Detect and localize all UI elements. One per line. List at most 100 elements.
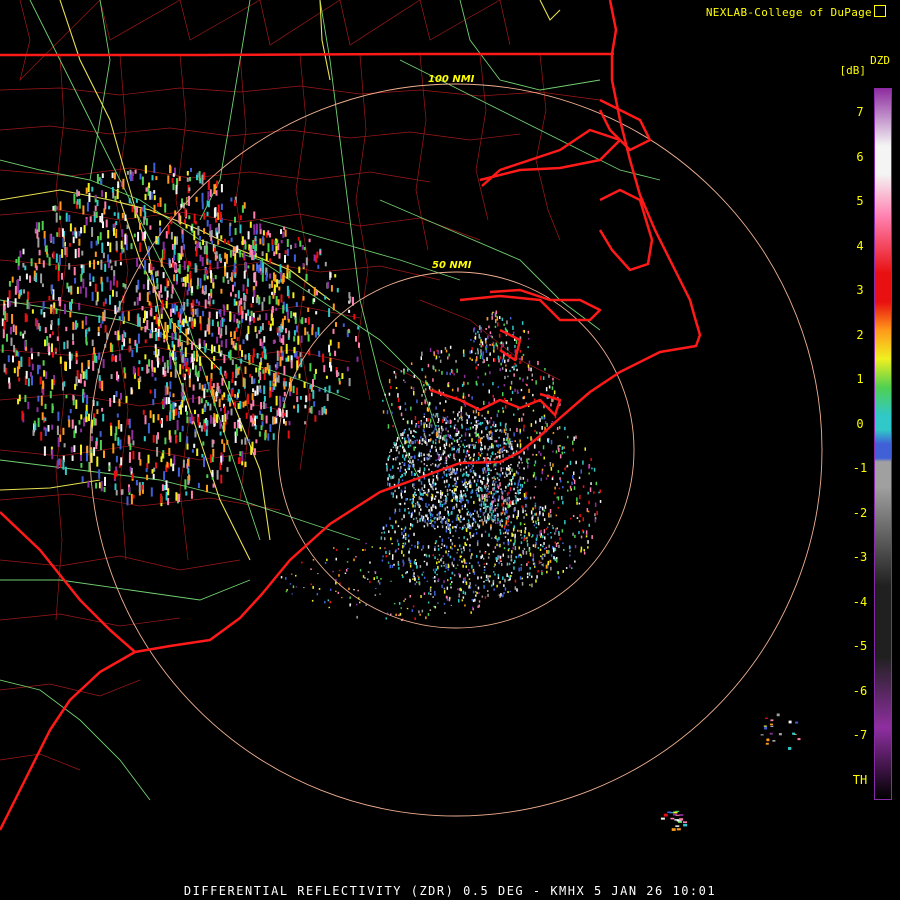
- radar-echo: [221, 415, 224, 423]
- radar-echo: [516, 427, 518, 432]
- radar-echo: [477, 523, 479, 527]
- radar-echo: [290, 244, 292, 250]
- radar-echo: [297, 404, 299, 413]
- radar-echo: [443, 470, 445, 474]
- radar-echo: [3, 363, 6, 373]
- radar-echo: [170, 231, 173, 240]
- radar-echo: [477, 489, 480, 493]
- radar-echo: [489, 371, 491, 375]
- radar-echo: [263, 395, 266, 402]
- radar-echo: [417, 542, 420, 544]
- radar-echo: [506, 320, 508, 325]
- radar-echo: [150, 191, 153, 200]
- radar-echo: [188, 283, 191, 289]
- radar-echo: [85, 329, 87, 338]
- radar-echo: [201, 174, 204, 185]
- radar-echo: [393, 370, 396, 374]
- radar-echo: [238, 320, 241, 325]
- radar-echo: [255, 230, 258, 235]
- radar-echo: [472, 476, 474, 479]
- radar-echo: [482, 355, 484, 360]
- credit-label[interactable]: NEXLAB-College of DuPage: [706, 4, 886, 19]
- radar-echo: [204, 345, 207, 353]
- radar-echo: [109, 398, 112, 407]
- radar-echo: [141, 176, 144, 186]
- radar-echo: [230, 408, 233, 416]
- radar-echo: [488, 533, 490, 537]
- radar-echo: [31, 363, 34, 371]
- radar-echo: [149, 225, 152, 230]
- radar-echo: [185, 224, 188, 229]
- radar-echo: [470, 611, 472, 614]
- radar-echo: [109, 295, 111, 305]
- radar-echo: [485, 328, 487, 331]
- radar-echo: [445, 497, 448, 500]
- radar-echo: [219, 211, 222, 220]
- radar-echo: [419, 565, 422, 568]
- radar-echo: [489, 331, 492, 335]
- radar-echo: [424, 388, 427, 391]
- radar-echo: [422, 389, 425, 393]
- radar-echo: [420, 460, 423, 463]
- radar-echo: [175, 408, 178, 416]
- radar-echo: [160, 294, 163, 298]
- radar-echo: [456, 432, 459, 436]
- radar-echo: [129, 443, 132, 451]
- radar-echo: [102, 413, 105, 422]
- radar-echo: [301, 245, 304, 250]
- radar-echo: [534, 544, 537, 548]
- radar-echo: [198, 396, 201, 405]
- radar-echo: [515, 339, 518, 344]
- radar-echo: [8, 382, 11, 389]
- radar-echo: [404, 402, 407, 405]
- radar-echo: [485, 574, 488, 579]
- radar-echo: [422, 571, 425, 573]
- radar-echo: [153, 367, 156, 373]
- radar-echo: [419, 489, 421, 493]
- radar-echo: [111, 355, 114, 362]
- radar-echo: [126, 171, 129, 175]
- radar-echo: [499, 543, 501, 548]
- radar-echo: [128, 345, 131, 353]
- radar-echo: [285, 328, 287, 334]
- radar-echo: [513, 373, 515, 377]
- radar-echo: [443, 443, 446, 447]
- radar-echo: [441, 557, 443, 560]
- radar-echo: [167, 344, 170, 350]
- radar-echo: [457, 413, 459, 417]
- radar-echo: [449, 523, 451, 527]
- radar-echo: [573, 436, 575, 441]
- radar-echo: [445, 434, 447, 437]
- radar-echo: [510, 479, 513, 483]
- radar-echo: [435, 483, 437, 485]
- radar-echo: [507, 440, 509, 445]
- radar-echo: [145, 311, 148, 319]
- color-scale-tick: 2: [856, 327, 864, 342]
- radar-echo: [83, 418, 86, 427]
- radar-echo: [287, 318, 290, 323]
- radar-echo: [438, 560, 440, 563]
- radar-echo: [528, 548, 531, 552]
- radar-echo: [459, 446, 461, 448]
- radar-echo: [102, 311, 105, 321]
- radar-echo: [472, 570, 475, 572]
- radar-echo: [509, 590, 512, 593]
- radar-echo: [216, 232, 219, 239]
- radar-echo: [85, 416, 88, 423]
- radar-echo: [38, 249, 41, 256]
- radar-echo: [438, 499, 440, 503]
- radar-echo: [533, 496, 535, 499]
- radar-echo: [514, 536, 516, 539]
- radar-echo: [269, 327, 272, 332]
- radar-echo: [474, 424, 476, 427]
- radar-echo: [257, 264, 260, 273]
- radar-echo: [426, 562, 428, 566]
- radar-echo: [427, 408, 430, 412]
- radar-echo: [587, 540, 589, 544]
- radar-echo: [215, 190, 218, 196]
- radar-echo: [303, 247, 306, 251]
- radar-echo: [556, 527, 558, 530]
- radar-echo: [491, 512, 493, 517]
- radar-echo: [255, 243, 258, 252]
- radar-echo: [539, 418, 541, 423]
